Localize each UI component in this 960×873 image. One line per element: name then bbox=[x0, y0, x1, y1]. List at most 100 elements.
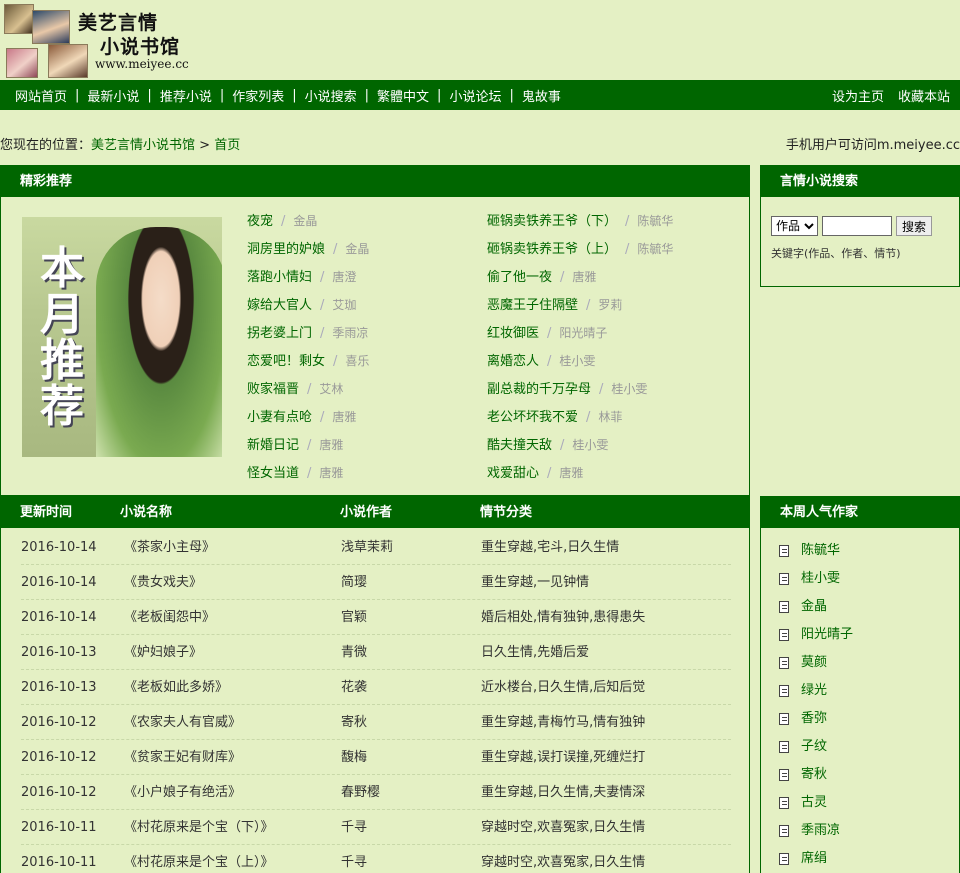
row-date: 2016-10-14 bbox=[21, 610, 97, 625]
row-author[interactable]: 浅草茉莉 bbox=[341, 530, 393, 565]
recommend-slash: / bbox=[320, 298, 325, 313]
recommend-slash: / bbox=[320, 326, 325, 341]
search-type-select[interactable]: 作品 bbox=[771, 216, 818, 236]
table-row: 2016-10-12 《农家夫人有官威》 寄秋 重生穿越,青梅竹马,情有独钟 bbox=[21, 705, 731, 740]
recommend-slash: / bbox=[547, 466, 552, 481]
row-novel-name[interactable]: 《村花原来是个宝（上）》 bbox=[124, 845, 274, 873]
popular-author-link[interactable]: 香弥 bbox=[801, 705, 827, 733]
nav-traditional-chinese[interactable]: 繁體中文 bbox=[377, 86, 429, 105]
row-author[interactable]: 春野樱 bbox=[341, 775, 380, 810]
recommend-title-link[interactable]: 小妻有点呛 bbox=[247, 410, 312, 425]
header-novel-author: 小说作者 bbox=[340, 505, 393, 520]
row-novel-name[interactable]: 《老板闺怨中》 bbox=[124, 600, 215, 635]
recommend-title-link[interactable]: 偷了他一夜 bbox=[487, 270, 552, 285]
recommend-title-link[interactable]: 落跑小情妇 bbox=[247, 270, 312, 285]
table-row: 2016-10-14 《茶家小主母》 浅草茉莉 重生穿越,宅斗,日久生情 bbox=[21, 530, 731, 565]
recommend-title-link[interactable]: 拐老婆上门 bbox=[247, 326, 312, 341]
row-author[interactable]: 千寻 bbox=[341, 845, 367, 873]
popular-author-link[interactable]: 席绢 bbox=[801, 845, 827, 873]
row-novel-name[interactable]: 《小户娘子有绝活》 bbox=[124, 775, 241, 810]
row-author[interactable]: 千寻 bbox=[341, 810, 367, 845]
row-author[interactable]: 馥梅 bbox=[341, 740, 367, 775]
row-novel-name[interactable]: 《村花原来是个宝（下）》 bbox=[124, 810, 274, 845]
set-homepage-link[interactable]: 设为主页 bbox=[832, 86, 884, 105]
row-date: 2016-10-12 bbox=[21, 750, 97, 765]
row-novel-name[interactable]: 《贵女戏夫》 bbox=[124, 565, 202, 600]
recommend-title-link[interactable]: 副总裁的千万孕母 bbox=[487, 382, 591, 397]
recommend-title-link[interactable]: 嫁给大官人 bbox=[247, 298, 312, 313]
recommend-item: 落跑小情妇 / 唐澄 bbox=[247, 267, 369, 295]
nav-home[interactable]: 网站首页 bbox=[15, 86, 67, 105]
list-item: 子纹 bbox=[779, 733, 827, 761]
popular-author-link[interactable]: 季雨凉 bbox=[801, 817, 840, 845]
breadcrumb-home-link[interactable]: 首页 bbox=[214, 138, 240, 153]
nav-latest[interactable]: 最新小说 bbox=[87, 86, 139, 105]
recommend-title-link[interactable]: 离婚恋人 bbox=[487, 354, 539, 369]
recommend-item: 败家福晋 / 艾林 bbox=[247, 379, 369, 407]
row-novel-name[interactable]: 《农家夫人有官威》 bbox=[124, 705, 241, 740]
bookmark-link[interactable]: 收藏本站 bbox=[898, 86, 950, 105]
nav-recommended[interactable]: 推荐小说 bbox=[160, 86, 212, 105]
recommend-title-link[interactable]: 夜宠 bbox=[247, 214, 273, 229]
recommend-title-link[interactable]: 老公坏坏我不爱 bbox=[487, 410, 578, 425]
breadcrumb-site-link[interactable]: 美艺言情小说书馆 bbox=[91, 138, 195, 153]
list-item: 季雨凉 bbox=[779, 817, 840, 845]
recommend-slash: / bbox=[547, 354, 552, 369]
banner-char: 推 bbox=[40, 335, 84, 386]
recommend-slash: / bbox=[560, 270, 565, 285]
recommend-title-link[interactable]: 新婚日记 bbox=[247, 438, 299, 453]
row-genre: 日久生情,先婚后爱 bbox=[481, 645, 590, 660]
nav-separator: | bbox=[219, 87, 225, 103]
row-genre: 重生穿越,青梅竹马,情有独钟 bbox=[481, 715, 646, 730]
nav-forum[interactable]: 小说论坛 bbox=[449, 86, 501, 105]
logo-portrait bbox=[32, 10, 70, 44]
popular-author-link[interactable]: 陈毓华 bbox=[801, 537, 840, 565]
breadcrumb-arrow: > bbox=[195, 138, 215, 153]
row-author[interactable]: 青微 bbox=[341, 635, 367, 670]
recommend-title-link[interactable]: 怪女当道 bbox=[247, 466, 299, 481]
monthly-recommend-banner[interactable]: 本 月 推 荐 bbox=[22, 217, 222, 457]
recommend-title-link[interactable]: 恋爱吧！剩女 bbox=[247, 354, 325, 369]
mobile-notice: 手机用户可访问m.meiyee.cc bbox=[785, 138, 960, 153]
recommend-title-link[interactable]: 酷夫撞天敌 bbox=[487, 438, 552, 453]
search-button[interactable]: 搜索 bbox=[896, 216, 933, 236]
row-novel-name[interactable]: 《茶家小主母》 bbox=[124, 530, 215, 565]
document-icon bbox=[779, 601, 789, 613]
recommend-title-link[interactable]: 败家福晋 bbox=[247, 382, 299, 397]
document-icon bbox=[779, 657, 789, 669]
row-novel-name[interactable]: 《贫家王妃有财库》 bbox=[124, 740, 241, 775]
row-novel-name[interactable]: 《妒妇娘子》 bbox=[124, 635, 202, 670]
recommend-title-link[interactable]: 砸锅卖铁养王爷（上） bbox=[487, 242, 617, 257]
document-icon bbox=[779, 797, 789, 809]
search-input[interactable] bbox=[822, 216, 892, 236]
nav-authors[interactable]: 作家列表 bbox=[232, 86, 284, 105]
recommend-title: 精彩推荐 bbox=[1, 166, 749, 197]
recommend-slash: / bbox=[320, 270, 325, 285]
search-form: 作品 搜索 bbox=[771, 216, 933, 236]
popular-author-link[interactable]: 寄秋 bbox=[801, 761, 827, 789]
popular-author-link[interactable]: 阳光晴子 bbox=[801, 621, 853, 649]
recommend-title-link[interactable]: 红妆御医 bbox=[487, 326, 539, 341]
nav-ghost-stories[interactable]: 鬼故事 bbox=[522, 86, 561, 105]
popular-author-link[interactable]: 金晶 bbox=[801, 593, 827, 621]
recommend-title-link[interactable]: 戏爱甜心 bbox=[487, 466, 539, 481]
recommend-title-link[interactable]: 恶魔王子住隔壁 bbox=[487, 298, 578, 313]
row-author[interactable]: 寄秋 bbox=[341, 705, 367, 740]
document-icon bbox=[779, 545, 789, 557]
popular-author-link[interactable]: 绿光 bbox=[801, 677, 827, 705]
popular-author-link[interactable]: 桂小雯 bbox=[801, 565, 840, 593]
row-date: 2016-10-12 bbox=[21, 715, 97, 730]
recommend-slash: / bbox=[333, 354, 338, 369]
nav-search[interactable]: 小说搜索 bbox=[305, 86, 357, 105]
popular-author-link[interactable]: 子纹 bbox=[801, 733, 827, 761]
row-novel-name[interactable]: 《老板如此多娇》 bbox=[124, 670, 228, 705]
recommend-list-left: 夜宠 / 金晶 洞房里的妒娘 / 金晶 落跑小情妇 / 唐澄 嫁给大官人 / 艾珈 拐老婆上门 / 季雨凉恋… bbox=[247, 211, 369, 491]
row-author[interactable]: 官颖 bbox=[341, 600, 367, 635]
recommend-list-right: 砸锅卖铁养王爷（下） / 陈毓华 砸锅卖铁养王爷（上） / 陈毓华 偷了他一夜 / 唐雅 恶魔王子… bbox=[487, 211, 673, 491]
recommend-title-link[interactable]: 洞房里的妒娘 bbox=[247, 242, 325, 257]
recommend-title-link[interactable]: 砸锅卖铁养王爷（下） bbox=[487, 214, 617, 229]
row-author[interactable]: 简璎 bbox=[341, 565, 367, 600]
popular-author-link[interactable]: 莫颜 bbox=[801, 649, 827, 677]
popular-author-link[interactable]: 古灵 bbox=[801, 789, 827, 817]
row-author[interactable]: 花袭 bbox=[341, 670, 367, 705]
